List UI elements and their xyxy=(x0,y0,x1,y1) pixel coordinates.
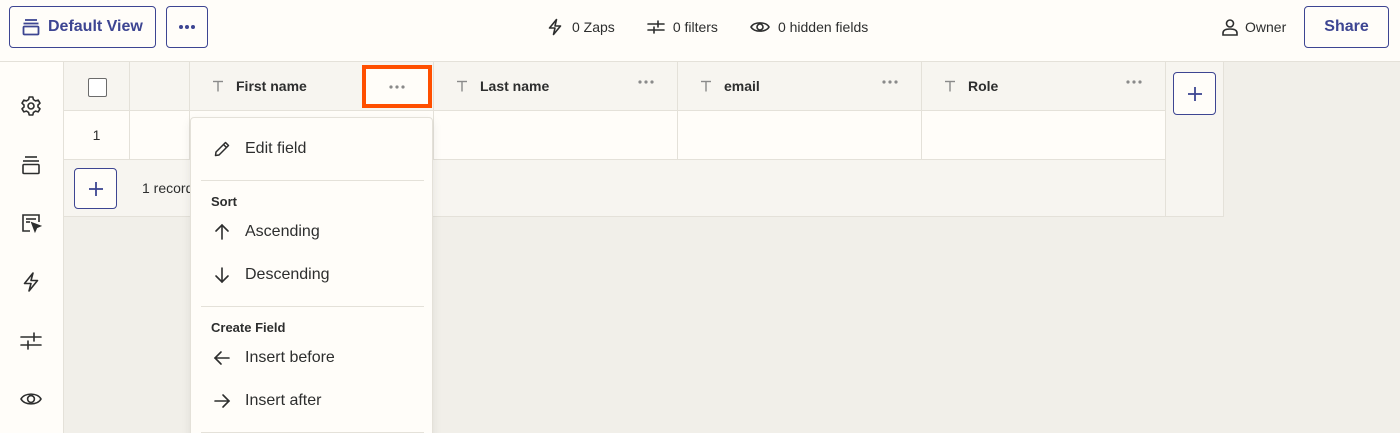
more-options-button[interactable] xyxy=(166,6,208,48)
column-options-icon[interactable] xyxy=(1125,79,1143,85)
descending-label: Descending xyxy=(245,266,330,283)
column-name: Last name xyxy=(480,78,550,94)
edit-field-label: Edit field xyxy=(245,140,307,157)
pencil-icon xyxy=(213,140,231,158)
arrow-left-icon xyxy=(213,349,231,367)
zaps-label: 0 Zaps xyxy=(572,19,615,35)
text-type-icon xyxy=(212,80,224,92)
arrow-right-icon xyxy=(213,392,231,410)
top-toolbar: Default View 0 Zaps 0 filters 0 hidden f… xyxy=(0,0,1400,62)
insert-before-menu-item[interactable]: Insert before xyxy=(191,338,434,378)
user-icon xyxy=(1221,18,1239,36)
insert-before-label: Insert before xyxy=(245,349,335,366)
column-options-icon[interactable] xyxy=(881,79,899,85)
view-selector-button[interactable]: Default View xyxy=(9,6,156,48)
sort-ascending-menu-item[interactable]: Ascending xyxy=(191,212,434,252)
views-icon[interactable] xyxy=(20,154,42,176)
more-icon xyxy=(178,24,196,30)
column-header-last-name[interactable]: Last name xyxy=(434,62,678,111)
row-number[interactable]: 1 xyxy=(64,111,130,160)
field-options-menu: Edit field Sort Ascending Descending Cre… xyxy=(190,117,433,433)
left-sidebar xyxy=(0,62,64,433)
visibility-icon[interactable] xyxy=(20,388,42,410)
table-cell[interactable] xyxy=(922,111,1166,160)
table-cell[interactable] xyxy=(678,111,922,160)
plus-icon xyxy=(1187,86,1203,102)
header-spacer xyxy=(130,62,190,111)
text-type-icon xyxy=(944,80,956,92)
add-record-button[interactable] xyxy=(74,168,117,209)
hidden-fields-stat[interactable]: 0 hidden fields xyxy=(750,19,868,35)
column-options-icon[interactable] xyxy=(637,79,655,85)
ascending-label: Ascending xyxy=(245,223,320,240)
column-name: email xyxy=(724,78,760,94)
column-name: First name xyxy=(236,78,307,94)
filters-label: 0 filters xyxy=(672,19,718,35)
eye-icon xyxy=(750,19,770,35)
column-header-email[interactable]: email xyxy=(678,62,922,111)
menu-divider xyxy=(201,306,424,307)
row-expand-cell[interactable] xyxy=(130,111,190,160)
more-icon xyxy=(388,84,406,90)
settings-icon[interactable] xyxy=(20,95,42,117)
select-all-cell xyxy=(64,62,130,111)
owner-label: Owner xyxy=(1245,19,1287,35)
column-name: Role xyxy=(968,78,999,94)
column-header-role[interactable]: Role xyxy=(922,62,1166,111)
table-cell[interactable] xyxy=(434,111,678,160)
hidden-fields-label: 0 hidden fields xyxy=(777,19,869,35)
arrow-up-icon xyxy=(213,223,231,241)
zaps-stat[interactable]: 0 Zaps xyxy=(546,18,615,36)
select-all-checkbox[interactable] xyxy=(88,78,107,97)
add-column-button[interactable] xyxy=(1173,72,1216,115)
text-type-icon xyxy=(456,80,468,92)
view-selector-label: Default View xyxy=(48,18,143,35)
filters-stat[interactable]: 0 filters xyxy=(647,18,718,36)
edit-field-menu-item[interactable]: Edit field xyxy=(191,129,434,169)
add-column-area xyxy=(1166,62,1224,217)
owner-indicator[interactable]: Owner xyxy=(1221,0,1286,54)
plus-icon xyxy=(88,181,104,197)
sort-heading: Sort xyxy=(211,194,237,209)
text-type-icon xyxy=(700,80,712,92)
insert-after-menu-item[interactable]: Insert after xyxy=(191,381,434,421)
arrow-down-icon xyxy=(213,266,231,284)
filters-icon[interactable] xyxy=(20,330,42,352)
table-stats: 0 Zaps 0 filters 0 hidden fields xyxy=(546,0,868,54)
menu-divider xyxy=(201,180,424,181)
interfaces-icon[interactable] xyxy=(20,212,42,234)
insert-after-label: Insert after xyxy=(245,392,322,409)
share-button[interactable]: Share xyxy=(1304,6,1389,48)
create-field-heading: Create Field xyxy=(211,320,286,335)
first-name-options-button[interactable] xyxy=(362,65,432,108)
zap-icon[interactable] xyxy=(20,271,42,293)
lightning-icon xyxy=(546,18,564,36)
sort-descending-menu-item[interactable]: Descending xyxy=(191,255,434,295)
filter-icon xyxy=(647,18,665,36)
view-stack-icon xyxy=(22,18,40,36)
